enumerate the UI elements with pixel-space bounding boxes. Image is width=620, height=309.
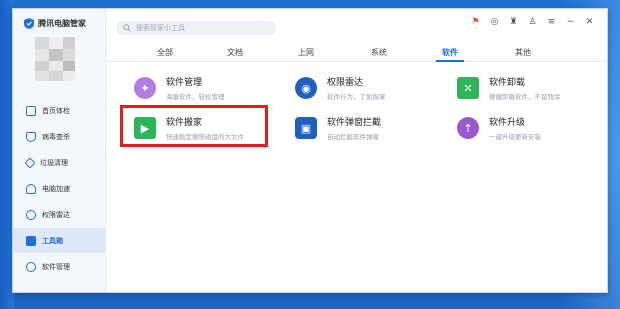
tool-name: 软件管理 [166,78,203,88]
search-placeholder: 搜索管家小工具 [136,24,185,32]
avatar[interactable] [35,37,75,81]
sidebar-item-label: 首页体检 [42,106,70,115]
tab-label: 文档 [227,48,243,57]
tab-documents[interactable]: 文档 [215,44,255,61]
butterfly-icon: ✦ [134,77,156,99]
sidebar-item-label: 病毒查杀 [42,132,70,141]
shield-icon [26,131,36,142]
tool-desc: 海量软件，轻松管理 [166,93,225,101]
sidebar-item-software-manage[interactable]: 软件管理 [13,254,105,279]
sidebar-item-junk-clean[interactable]: 垃圾清理 [13,150,105,175]
search-icon [123,24,131,32]
rocket-icon [26,183,36,194]
tool-software-upgrade[interactable]: ↑ 软件升级 一键升级更新安装 [457,115,541,141]
tool-permission-radar[interactable]: ◉ 权限雷达 软件行为，了如指掌 [295,75,386,101]
tab-system[interactable]: 系统 [359,44,399,61]
tool-name: 软件卸载 [489,78,526,88]
highlight-box [120,105,268,147]
tool-desc: 便捷卸载软件，不留残余 [489,93,561,101]
sidebar-item-label: 权限雷达 [42,210,70,219]
sidebar: 腾讯电脑管家 首页体检 病毒查杀 垃圾清理 电脑加速 权限雷达 工具箱 软件管理 [13,9,106,292]
shield-logo-icon [24,18,34,29]
trash-icon: ✕ [457,77,479,99]
title-bar-icons: ⚑ ◎ ♜ ♙ ≡ − ✕ [470,17,595,28]
minimize-icon[interactable]: − [565,17,576,28]
sidebar-item-label: 软件管理 [42,262,70,271]
tool-software-uninstall[interactable]: ✕ 软件卸载 便捷卸载软件，不留残余 [457,75,561,101]
sidebar-item-permission-radar[interactable]: 权限雷达 [13,202,105,227]
menu-icon[interactable]: ≡ [546,17,557,28]
radar-icon [26,209,36,220]
tab-label: 上网 [298,48,314,57]
app-title: 腾讯电脑管家 [38,19,86,28]
radar-icon: ◉ [295,77,317,99]
sidebar-item-toolbox[interactable]: 工具箱 [13,228,105,253]
tool-name: 软件升级 [489,118,526,128]
tool-popup-block[interactable]: ▣ 软件弹窗拦截 自动拦截软件弹窗 [295,115,381,141]
shield-status-icon[interactable]: ◎ [489,17,500,28]
brand: 腾讯电脑管家 [24,18,86,29]
tab-internet[interactable]: 上网 [286,44,326,61]
app-window: 腾讯电脑管家 首页体检 病毒查杀 垃圾清理 电脑加速 权限雷达 工具箱 软件管理… [12,8,608,293]
main-panel: 搜索管家小工具 ⚑ ◎ ♜ ♙ ≡ − ✕ 全部 文档 上网 系统 软件 其他 … [105,9,607,292]
tab-other[interactable]: 其他 [503,44,543,61]
tool-desc: 软件行为，了如指掌 [327,93,386,101]
toolbox-icon [26,235,36,246]
tab-label: 软件 [442,48,458,57]
sidebar-item-label: 垃圾清理 [40,158,68,167]
skin-icon[interactable]: ♙ [527,17,538,28]
close-icon[interactable]: ✕ [584,17,595,28]
tool-desc: 一键升级更新安装 [489,133,541,141]
popup-block-icon: ▣ [295,117,317,139]
sidebar-item-label: 电脑加速 [42,184,70,193]
upgrade-icon: ↑ [457,117,479,139]
tab-label: 系统 [371,48,387,57]
tool-desc: 自动拦截软件弹窗 [327,133,379,141]
category-tabs: 全部 文档 上网 系统 软件 其他 [105,44,607,62]
tool-name: 软件弹窗拦截 [327,118,382,128]
sidebar-item-speed-up[interactable]: 电脑加速 [13,176,105,201]
monitor-icon [26,105,36,116]
sidebar-item-virus-scan[interactable]: 病毒查杀 [13,124,105,149]
apps-icon [26,261,36,272]
tab-label: 全部 [157,48,173,57]
tab-all[interactable]: 全部 [145,44,185,61]
gift-icon[interactable]: ⚑ [470,17,481,28]
tool-name: 权限雷达 [327,78,364,88]
sidebar-item-home-check[interactable]: 首页体检 [13,98,105,123]
tab-software[interactable]: 软件 [430,44,470,62]
sidebar-nav: 首页体检 病毒查杀 垃圾清理 电脑加速 权限雷达 工具箱 软件管理 [13,98,105,280]
sidebar-item-label: 工具箱 [42,236,63,245]
search-input[interactable]: 搜索管家小工具 [116,21,276,35]
user-icon[interactable]: ♜ [508,17,519,28]
tool-software-manage[interactable]: ✦ 软件管理 海量软件，轻松管理 [134,75,225,101]
broom-icon [24,156,36,169]
tab-label: 其他 [515,48,531,57]
